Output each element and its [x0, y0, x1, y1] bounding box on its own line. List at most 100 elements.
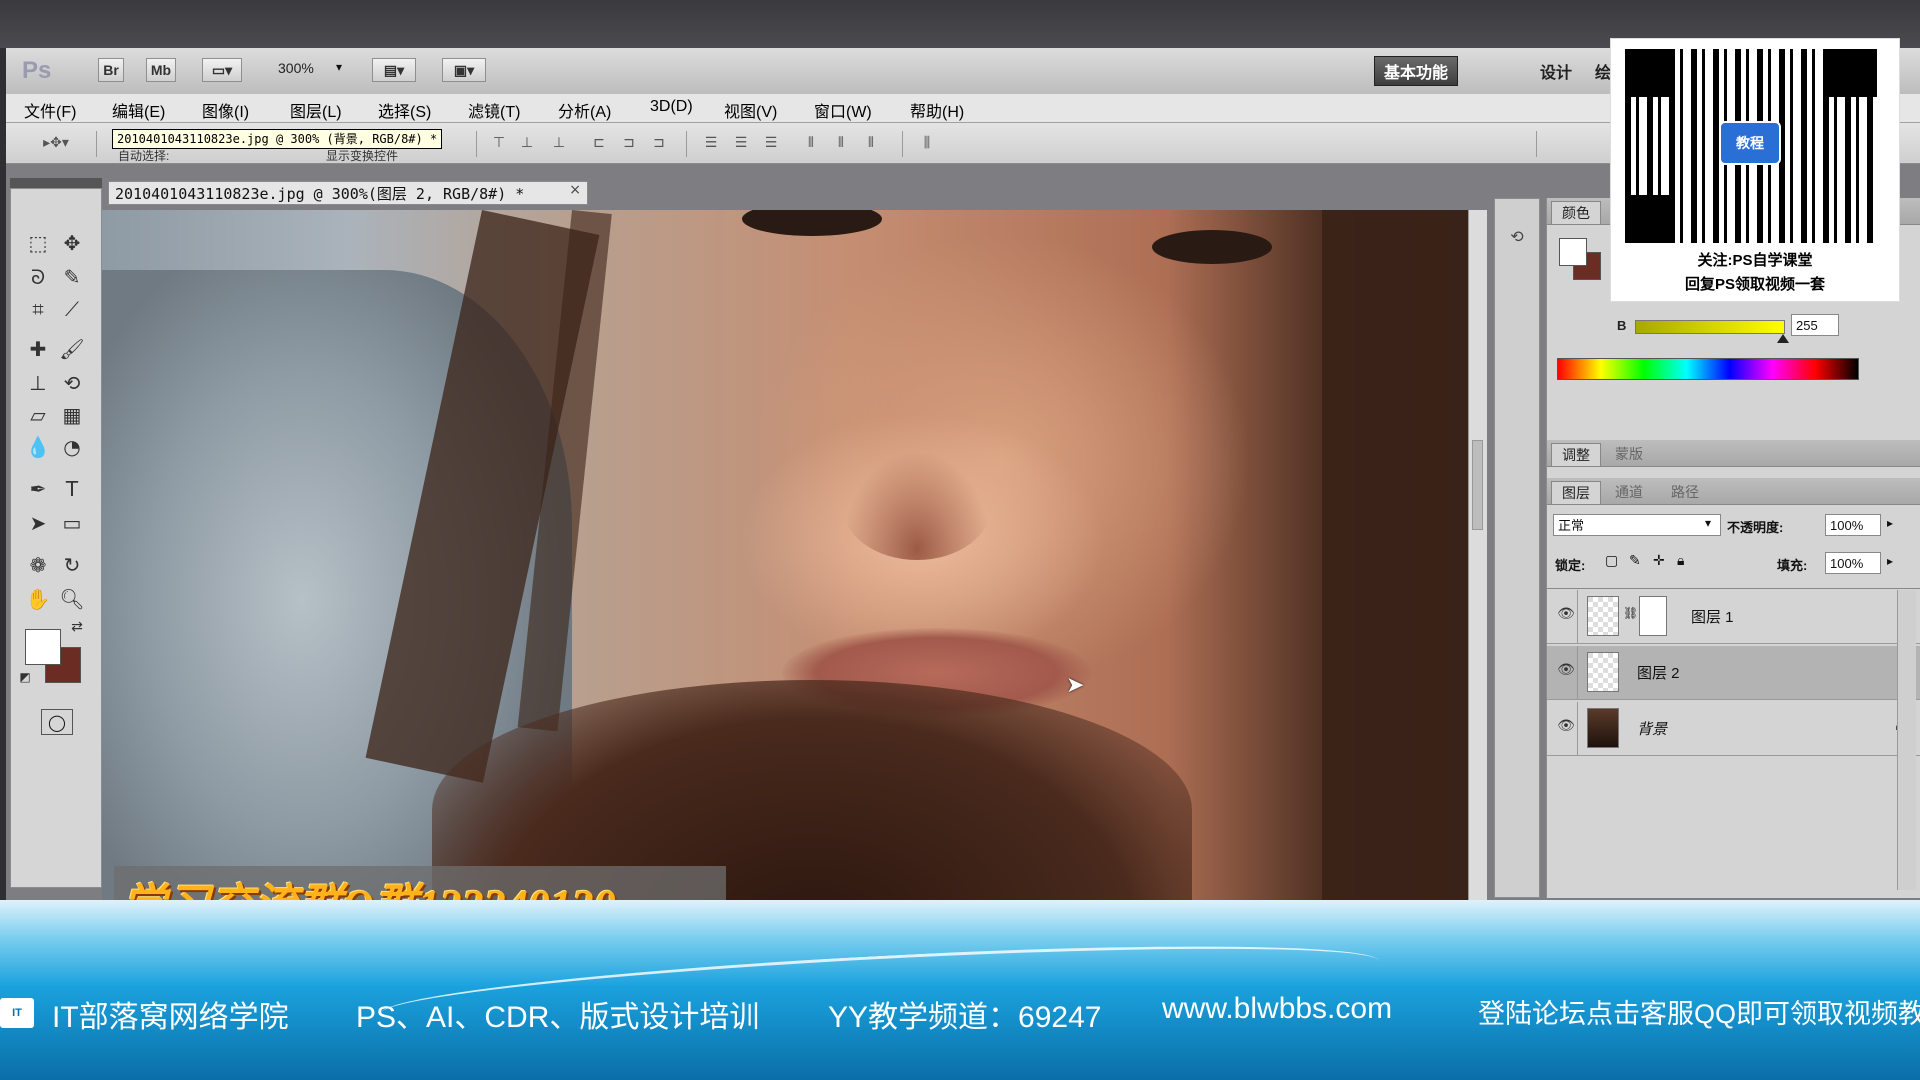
layer-row[interactable]: 👁︎ 背景 🔒︎: [1547, 702, 1920, 756]
align-left-icon[interactable]: ⊏: [590, 135, 608, 151]
opacity-value[interactable]: 100%: [1825, 514, 1881, 536]
menu-image[interactable]: 图像(I): [202, 98, 249, 122]
align-vcenter-icon[interactable]: ⊥: [518, 135, 536, 151]
arrange-documents-button[interactable]: ▤▾: [372, 58, 416, 82]
layer-name[interactable]: 图层 1: [1691, 606, 1734, 627]
document-canvas[interactable]: [102, 210, 1468, 902]
zoom-tool-icon[interactable]: 🔍︎: [57, 585, 87, 613]
swap-colors-icon[interactable]: ⇄: [67, 617, 87, 637]
blue-channel-slider-handle[interactable]: [1777, 334, 1789, 343]
dodge-tool-icon[interactable]: ◔: [57, 433, 87, 461]
distribute-left-icon[interactable]: ⫴: [802, 135, 820, 151]
align-bottom-icon[interactable]: ⊥: [550, 135, 568, 151]
blend-mode-select[interactable]: 正常: [1553, 514, 1721, 536]
eye-icon[interactable]: 👁︎: [1557, 718, 1575, 734]
marquee-tool-icon[interactable]: ⬚: [23, 229, 53, 257]
tab-paths[interactable]: 路径: [1661, 481, 1709, 503]
tools-panel-header[interactable]: [10, 178, 102, 188]
mini-bridge-button[interactable]: Mb: [146, 58, 176, 82]
fill-arrow-icon[interactable]: ▸: [1887, 554, 1893, 568]
eye-icon[interactable]: 👁︎: [1557, 662, 1575, 678]
default-colors-icon[interactable]: ◩: [17, 669, 33, 685]
menu-select[interactable]: 选择(S): [378, 98, 431, 122]
menu-edit[interactable]: 编辑(E): [112, 98, 165, 122]
screen-mode-button[interactable]: ▣▾: [442, 58, 486, 82]
gradient-tool-icon[interactable]: ▦: [57, 401, 87, 429]
tab-adjustments[interactable]: 调整: [1551, 443, 1601, 466]
crop-tool-icon[interactable]: ⌗: [23, 295, 53, 323]
lock-all-icon[interactable]: 🔒︎: [1677, 553, 1684, 569]
shape-tool-icon[interactable]: ▭: [57, 509, 87, 537]
close-icon[interactable]: ×: [569, 182, 581, 198]
clone-stamp-tool-icon[interactable]: ⊥: [23, 369, 53, 397]
quick-mask-icon[interactable]: ◯: [41, 709, 73, 735]
menu-help[interactable]: 帮助(H): [910, 98, 964, 122]
blur-tool-icon[interactable]: 💧: [23, 433, 53, 461]
menu-view[interactable]: 视图(V): [724, 98, 777, 122]
canvas-vertical-scrollbar[interactable]: [1468, 210, 1487, 902]
move-tool-icon[interactable]: ✥: [57, 229, 87, 257]
align-right-icon[interactable]: ⊐: [650, 135, 668, 151]
lock-position-icon[interactable]: ✛: [1653, 553, 1665, 569]
lasso-tool-icon[interactable]: ᘐ: [23, 263, 53, 291]
distribute-hcenter-icon[interactable]: ⫴: [832, 135, 850, 151]
lock-transparent-icon[interactable]: ▢: [1605, 553, 1618, 569]
menu-window[interactable]: 窗口(W): [814, 98, 872, 122]
layer-name[interactable]: 图层 2: [1637, 662, 1680, 683]
layers-scrollbar[interactable]: [1897, 590, 1916, 890]
3d-rotate-tool-icon[interactable]: ❁: [23, 551, 53, 579]
foreground-color-swatch[interactable]: [25, 629, 61, 665]
healing-brush-tool-icon[interactable]: ✚: [23, 335, 53, 363]
history-brush-tool-icon[interactable]: ⟲: [57, 369, 87, 397]
lock-pixels-icon[interactable]: ✎: [1629, 553, 1641, 569]
auto-select-label[interactable]: 自动选择:: [118, 147, 169, 164]
brush-tool-icon[interactable]: 🖌: [57, 335, 87, 363]
pen-tool-icon[interactable]: ✒: [23, 475, 53, 503]
zoom-level[interactable]: 300%: [278, 60, 314, 76]
opacity-arrow-icon[interactable]: ▸: [1887, 516, 1893, 530]
blend-mode-dropdown-icon[interactable]: ▾: [1705, 516, 1711, 530]
3d-orbit-tool-icon[interactable]: ↻: [57, 551, 87, 579]
menu-3d[interactable]: 3D(D): [650, 98, 693, 116]
blue-channel-value[interactable]: 255: [1791, 314, 1839, 336]
distribute-vcenter-icon[interactable]: ☰: [732, 135, 750, 151]
menu-analysis[interactable]: 分析(A): [558, 98, 611, 122]
workspace-essentials-button[interactable]: 基本功能: [1374, 56, 1458, 86]
menu-file[interactable]: 文件(F): [24, 98, 76, 122]
bridge-button[interactable]: Br: [98, 58, 124, 82]
tab-layers[interactable]: 图层: [1551, 481, 1601, 504]
show-transform-label[interactable]: 显示变换控件: [326, 147, 398, 164]
tab-channels[interactable]: 通道: [1605, 481, 1653, 503]
layer-row-selected[interactable]: 👁︎ 图层 2: [1547, 646, 1920, 700]
eye-icon[interactable]: 👁︎: [1557, 606, 1575, 622]
distribute-right-icon[interactable]: ⫴: [862, 135, 880, 151]
eyedropper-tool-icon[interactable]: ⟋: [57, 295, 87, 323]
align-top-icon[interactable]: ⊤: [490, 135, 508, 151]
menu-filter[interactable]: 滤镜(T): [468, 98, 520, 122]
blue-channel-slider[interactable]: [1635, 320, 1785, 334]
layer-mask-thumbnail[interactable]: [1639, 596, 1667, 636]
workspace-design-button[interactable]: 设计: [1526, 56, 1586, 86]
tab-masks[interactable]: 蒙版: [1605, 443, 1653, 465]
distribute-top-icon[interactable]: ☰: [702, 135, 720, 151]
hand-tool-icon[interactable]: ✋: [23, 585, 53, 613]
path-select-tool-icon[interactable]: ➤: [23, 509, 53, 537]
menu-layer[interactable]: 图层(L): [290, 98, 342, 122]
tab-color[interactable]: 颜色: [1551, 201, 1601, 224]
quick-select-tool-icon[interactable]: ✎: [57, 263, 87, 291]
scrollbar-thumb[interactable]: [1472, 440, 1483, 530]
type-tool-icon[interactable]: T: [57, 475, 87, 503]
layer-name[interactable]: 背景: [1637, 718, 1667, 739]
layer-row[interactable]: 👁︎ ⛓ 图层 1: [1547, 590, 1920, 644]
move-tool-preset-icon[interactable]: ▸✥▾: [36, 135, 76, 151]
distribute-bottom-icon[interactable]: ☰: [762, 135, 780, 151]
view-extras-button[interactable]: ▭▾: [202, 58, 242, 82]
color-spectrum-bar[interactable]: [1557, 358, 1859, 380]
auto-align-icon[interactable]: ⫼: [918, 135, 936, 151]
history-panel-icon[interactable]: ⟲: [1505, 227, 1529, 251]
zoom-dropdown-icon[interactable]: ▾: [336, 60, 342, 74]
align-hcenter-icon[interactable]: ⊐: [620, 135, 638, 151]
fill-value[interactable]: 100%: [1825, 552, 1881, 574]
chain-link-icon[interactable]: ⛓: [1623, 606, 1638, 620]
color-panel-foreground-swatch[interactable]: [1559, 238, 1587, 266]
